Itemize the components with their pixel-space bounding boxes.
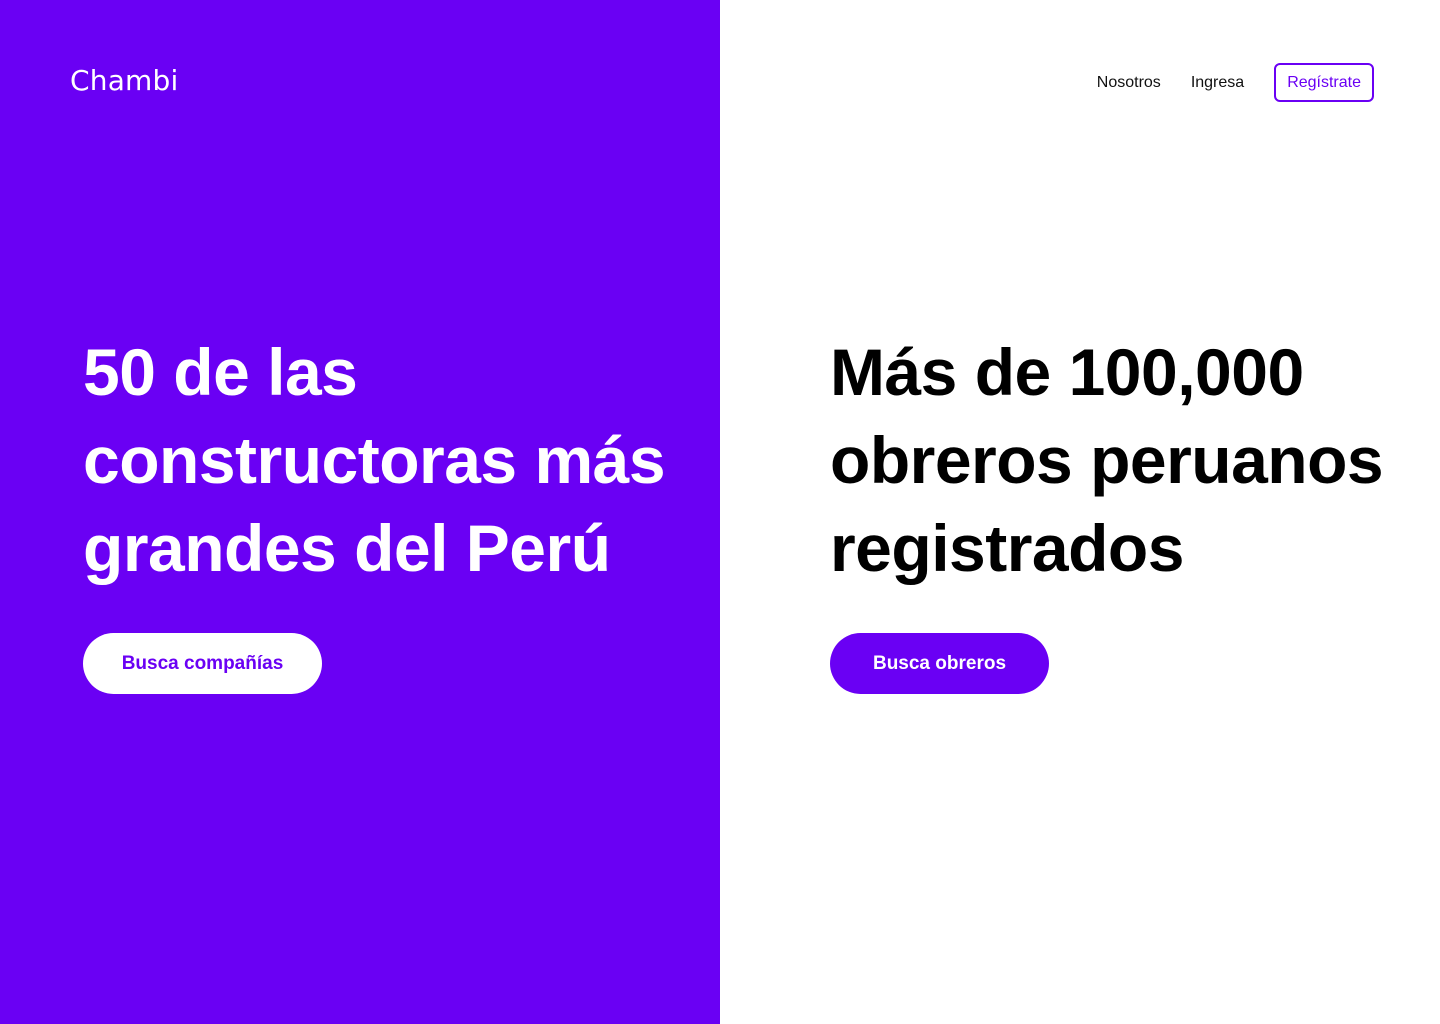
search-workers-button[interactable]: Busca obreros (830, 633, 1049, 694)
companies-panel: Chambi 50 de las constructoras más grand… (0, 0, 720, 1024)
workers-headline-line-3: registrados (830, 511, 1184, 585)
workers-headline-line-1: Más de 100,000 (830, 335, 1304, 409)
companies-headline-line-1: 50 de las (83, 335, 358, 409)
nav-link-login[interactable]: Ingresa (1191, 74, 1244, 92)
brand-logo[interactable]: Chambi (70, 64, 178, 97)
landing-page: Chambi 50 de las constructoras más grand… (0, 0, 1440, 1024)
companies-headline-line-3: grandes del Perú (83, 511, 611, 585)
top-nav: Nosotros Ingresa Regístrate (1097, 63, 1374, 102)
companies-headline-line-2: constructoras más (83, 423, 666, 497)
search-companies-button[interactable]: Busca compañías (83, 633, 322, 694)
register-button[interactable]: Regístrate (1274, 63, 1374, 102)
workers-panel: Nosotros Ingresa Regístrate Más de 100,0… (720, 0, 1440, 1024)
companies-headline: 50 de las constructoras más grandes del … (83, 328, 703, 592)
workers-headline: Más de 100,000 obreros peruanos registra… (830, 328, 1430, 592)
nav-link-about[interactable]: Nosotros (1097, 74, 1161, 92)
workers-headline-line-2: obreros peruanos (830, 423, 1384, 497)
